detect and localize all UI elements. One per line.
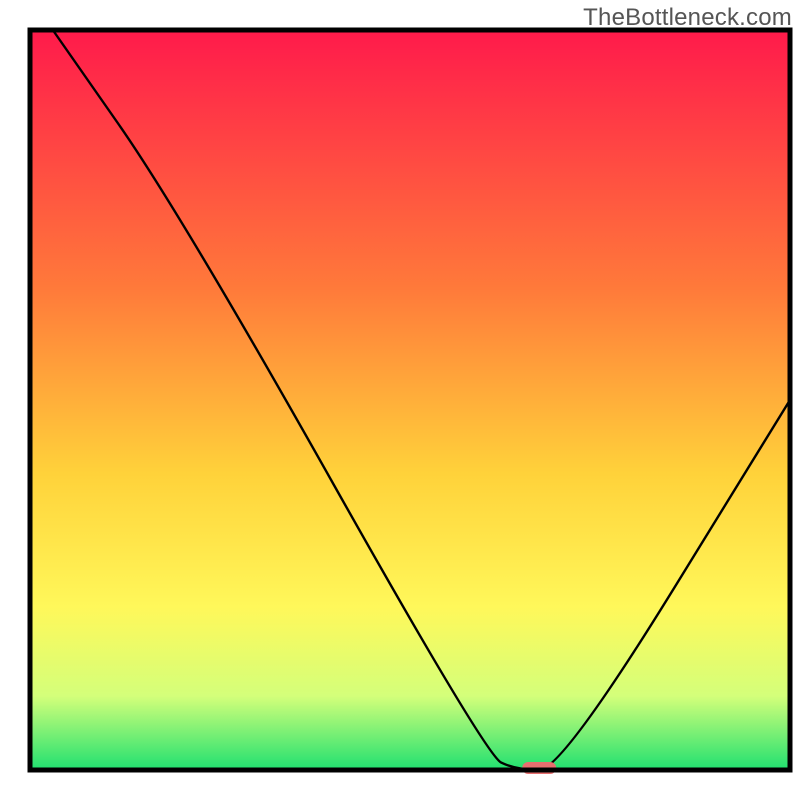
bottleneck-chart — [0, 0, 800, 800]
plot-background — [30, 30, 790, 770]
watermark-text: TheBottleneck.com — [583, 4, 792, 32]
